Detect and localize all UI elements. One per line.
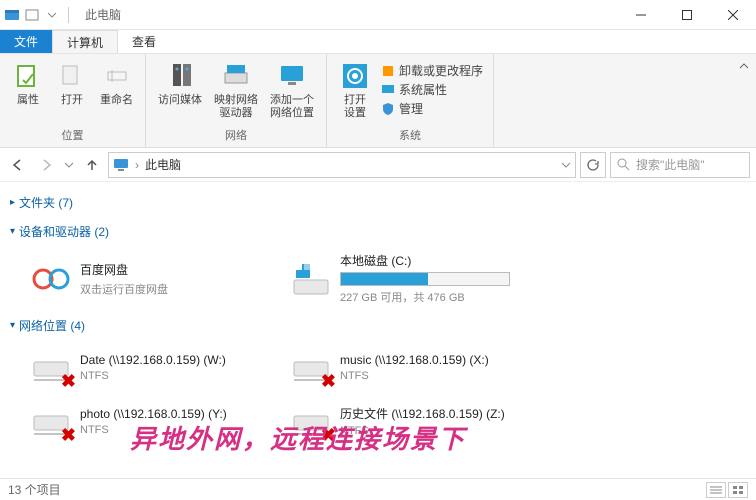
view-switcher xyxy=(706,482,748,498)
rename-button[interactable]: 重命名 xyxy=(96,58,137,125)
server-icon xyxy=(164,60,196,92)
ribbon-group-location: 属性 打开 重命名 位置 xyxy=(0,54,146,147)
net-drive-icon: ✖ xyxy=(290,346,332,388)
tab-view[interactable]: 查看 xyxy=(118,30,170,53)
map-drive-button[interactable]: 映射网络 驱动器 xyxy=(210,58,262,125)
system-list: 卸载或更改程序 系统属性 管理 xyxy=(379,58,485,125)
address-bar[interactable]: › 此电脑 xyxy=(108,152,576,178)
tab-computer[interactable]: 计算机 xyxy=(52,30,118,53)
forward-button[interactable] xyxy=(34,153,58,177)
chevron-right-icon: › xyxy=(135,158,139,172)
capacity-bar xyxy=(340,272,510,286)
maximize-button[interactable] xyxy=(664,0,710,30)
section-network[interactable]: ▾ 网络位置 (4) xyxy=(10,311,746,340)
net-drive-icon: ✖ xyxy=(30,400,72,442)
open-button[interactable]: 打开 xyxy=(52,58,92,125)
network-drive-tile[interactable]: ✖ Date (\\192.168.0.159) (W:) NTFS xyxy=(26,340,266,394)
status-bar: 13 个项目 xyxy=(0,478,756,500)
title-bar: 此电脑 xyxy=(0,0,756,30)
ribbon-tabs: 文件 计算机 查看 xyxy=(0,30,756,54)
add-net-location-button[interactable]: 添加一个 网络位置 xyxy=(266,58,318,125)
details-view-button[interactable] xyxy=(706,482,726,498)
dropdown-icon[interactable] xyxy=(44,7,60,23)
group-label: 系统 xyxy=(399,125,421,143)
chevron-right-icon: ▸ xyxy=(10,197,15,208)
title-bar-left: 此电脑 xyxy=(0,6,125,23)
search-placeholder: 搜索"此电脑" xyxy=(636,156,705,173)
quick-access-icon[interactable] xyxy=(24,7,40,23)
disconnect-icon: ✖ xyxy=(61,425,76,446)
breadcrumb-root[interactable]: 此电脑 xyxy=(145,156,181,173)
recent-dropdown[interactable] xyxy=(62,153,76,177)
monitor-icon xyxy=(276,60,308,92)
group-label: 位置 xyxy=(62,125,84,143)
search-box[interactable]: 搜索"此电脑" xyxy=(610,152,750,178)
manage-button[interactable]: 管理 xyxy=(381,100,483,117)
item-count: 13 个项目 xyxy=(8,481,61,498)
map-drive-icon xyxy=(220,60,252,92)
tile-name: 百度网盘 xyxy=(80,261,168,278)
system-props-button[interactable]: 系统属性 xyxy=(381,81,483,98)
tile-name: 本地磁盘 (C:) xyxy=(340,252,510,269)
section-devices[interactable]: ▾ 设备和驱动器 (2) xyxy=(10,217,746,246)
net-drive-icon: ✖ xyxy=(30,346,72,388)
back-button[interactable] xyxy=(6,153,30,177)
properties-icon xyxy=(12,60,44,92)
tile-name: music (\\192.168.0.159) (X:) xyxy=(340,353,489,367)
chevron-down-icon: ▾ xyxy=(10,226,15,237)
tile-sub: 227 GB 可用，共 476 GB xyxy=(340,289,510,305)
collapse-ribbon-button[interactable] xyxy=(738,60,750,72)
pc-icon xyxy=(113,157,129,173)
cube-icon xyxy=(381,64,395,78)
nav-bar: › 此电脑 搜索"此电脑" xyxy=(0,148,756,182)
settings-icon xyxy=(339,60,371,92)
baidu-icon xyxy=(30,258,72,300)
rename-icon xyxy=(101,60,133,92)
open-settings-button[interactable]: 打开 设置 xyxy=(335,58,375,125)
minimize-button[interactable] xyxy=(618,0,664,30)
disconnect-icon: ✖ xyxy=(61,371,76,392)
annotation-text: 异地外网，远程连接场景下 xyxy=(130,419,466,456)
disconnect-icon: ✖ xyxy=(321,371,336,392)
monitor-small-icon xyxy=(381,83,395,97)
tile-sub: NTFS xyxy=(80,370,226,382)
address-dropdown[interactable] xyxy=(561,160,571,170)
shield-icon xyxy=(381,102,395,116)
section-devices-body: 百度网盘 双击运行百度网盘 本地磁盘 (C:) 227 GB 可用，共 476 … xyxy=(10,246,746,311)
ribbon-group-network: 访问媒体 映射网络 驱动器 添加一个 网络位置 网络 xyxy=(146,54,327,147)
network-drive-tile[interactable]: ✖ music (\\192.168.0.159) (X:) NTFS xyxy=(286,340,526,394)
properties-button[interactable]: 属性 xyxy=(8,58,48,125)
tile-sub: 双击运行百度网盘 xyxy=(80,281,168,297)
tile-sub: NTFS xyxy=(340,370,489,382)
title-bar-controls xyxy=(618,0,756,30)
chevron-down-icon: ▾ xyxy=(10,320,15,331)
window-title: 此电脑 xyxy=(85,6,121,23)
section-label: 设备和驱动器 (2) xyxy=(19,223,109,240)
access-media-button[interactable]: 访问媒体 xyxy=(154,58,206,125)
app-icon xyxy=(4,7,20,23)
divider xyxy=(68,7,69,23)
open-icon xyxy=(56,60,88,92)
ribbon: 属性 打开 重命名 位置 访问媒体 映射网络 驱动器 xyxy=(0,54,756,148)
device-tile[interactable]: 百度网盘 双击运行百度网盘 xyxy=(26,246,266,311)
tab-file[interactable]: 文件 xyxy=(0,30,52,53)
icons-view-button[interactable] xyxy=(728,482,748,498)
ribbon-group-system: 打开 设置 卸载或更改程序 系统属性 管理 系统 xyxy=(327,54,494,147)
section-label: 网络位置 (4) xyxy=(19,317,85,334)
refresh-button[interactable] xyxy=(580,152,606,178)
tile-name: Date (\\192.168.0.159) (W:) xyxy=(80,353,226,367)
group-label: 网络 xyxy=(225,125,247,143)
search-icon xyxy=(617,158,630,171)
section-label: 文件夹 (7) xyxy=(19,194,73,211)
disk-icon xyxy=(290,258,332,300)
uninstall-button[interactable]: 卸载或更改程序 xyxy=(381,62,483,79)
content-area: ▸ 文件夹 (7) ▾ 设备和驱动器 (2) 百度网盘 双击运行百度网盘 本地磁… xyxy=(0,182,756,478)
up-button[interactable] xyxy=(80,153,104,177)
section-folders[interactable]: ▸ 文件夹 (7) xyxy=(10,188,746,217)
device-tile[interactable]: 本地磁盘 (C:) 227 GB 可用，共 476 GB xyxy=(286,246,526,311)
close-button[interactable] xyxy=(710,0,756,30)
